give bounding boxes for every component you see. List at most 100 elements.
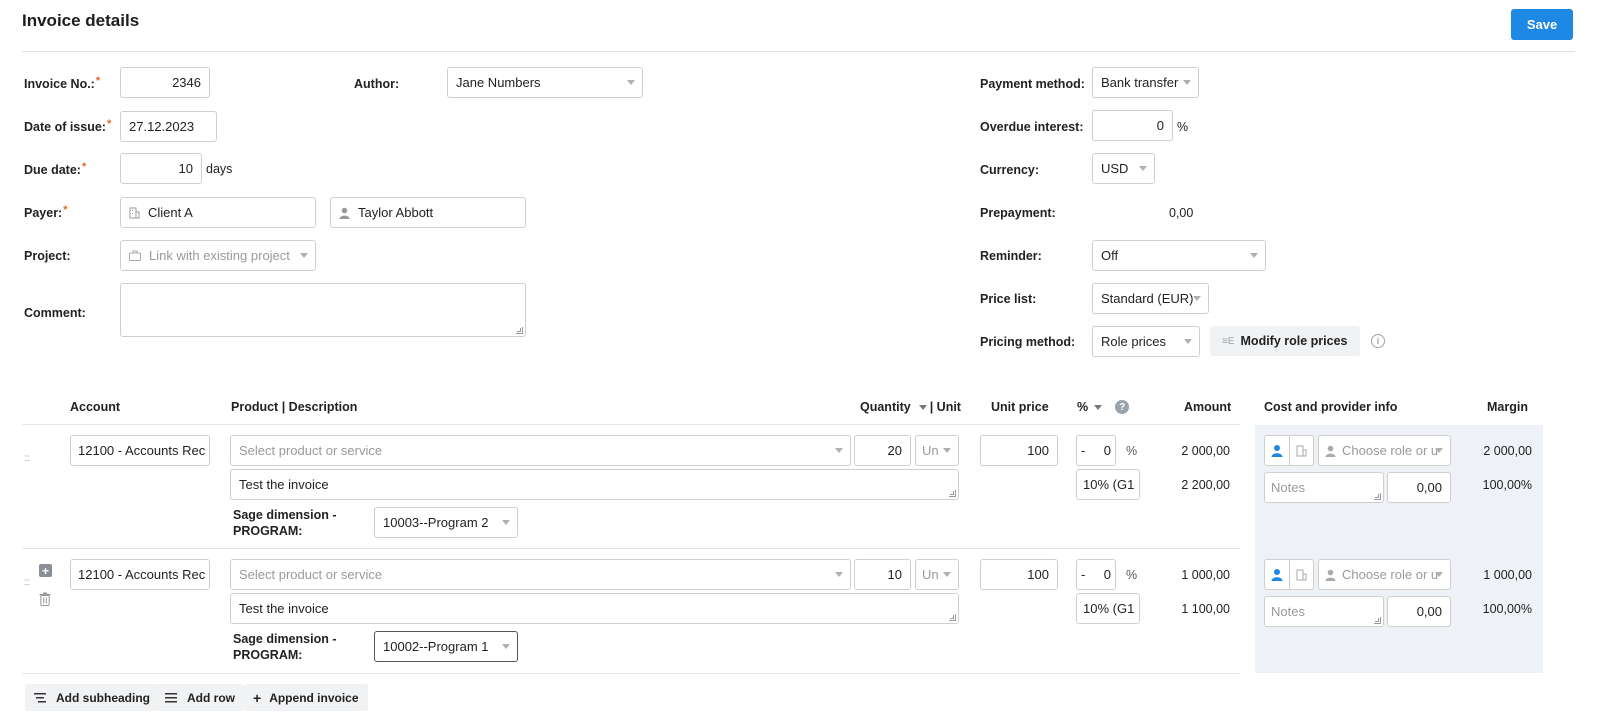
comment-textarea[interactable] [120,283,526,337]
payer-person-input[interactable]: Taylor Abbott [330,197,526,228]
unit-select[interactable]: Un [915,559,959,590]
invoice-no-input[interactable]: 2346 [120,67,210,98]
resize-handle-icon[interactable] [1374,493,1381,500]
chevron-down-icon [1193,296,1201,301]
cost-type-toggle[interactable] [1264,559,1314,590]
project-select[interactable]: Link with existing project [120,240,316,271]
col-account-header: Account [70,400,120,414]
account-input[interactable]: 12100 - Accounts Rec [70,559,210,590]
col-product-header: Product | Description [231,400,358,414]
reminder-label: Reminder: [980,249,1042,263]
pricing-method-value: Role prices [1101,334,1167,349]
due-days-input[interactable]: 10 [120,153,202,184]
append-invoice-button[interactable]: + Append invoice [244,684,368,711]
quantity-input[interactable]: 20 [854,435,911,466]
unit-price-input[interactable]: 100 [980,435,1058,466]
discount-percent: % [1126,568,1138,582]
role-select[interactable]: Choose role or u [1318,559,1451,590]
add-subheading-button[interactable]: Add subheading [25,684,159,711]
resize-handle-icon[interactable] [949,490,956,497]
row-amount-with-tax: 1 100,00 [1181,602,1230,616]
company-toggle[interactable] [1289,436,1313,465]
add-row-icon[interactable]: + [39,564,52,577]
description-input[interactable]: Test the invoice [230,593,959,624]
row-amount-with-tax: 2 200,00 [1181,478,1230,492]
tax-select[interactable]: 10% (G1 [1076,469,1140,500]
resize-handle-icon[interactable] [949,614,956,621]
resize-handle-icon[interactable] [516,327,523,334]
sort-down-icon[interactable] [1094,404,1103,410]
cost-input[interactable]: 0,00 [1387,472,1451,503]
col-cost-header: Cost and provider info [1264,400,1398,414]
program-select[interactable]: 10002--Program 1 [374,631,518,662]
product-select[interactable]: Select product or service [230,435,851,466]
chevron-down-icon [1435,572,1443,577]
col-amount-header: Amount [1184,400,1232,414]
info-icon[interactable]: i [1371,334,1385,348]
discount-input[interactable]: - 0 [1076,435,1116,466]
row-margin-percent: 100,00% [1482,478,1532,492]
chevron-down-icon [627,80,635,85]
save-button[interactable]: Save [1511,9,1573,40]
program-value: 10002--Program 1 [383,639,489,654]
tax-select[interactable]: 10% (G1 [1076,593,1140,624]
price-list-select[interactable]: Standard (EUR) [1092,283,1209,314]
chevron-down-icon [943,572,951,577]
program-select[interactable]: 10003--Program 2 [374,507,518,538]
reminder-select[interactable]: Off [1092,240,1266,271]
description-input[interactable]: Test the invoice [230,469,959,500]
trash-icon[interactable] [39,592,51,606]
table-header-divider [22,424,1240,425]
pricing-method-select[interactable]: Role prices [1092,326,1200,357]
company-toggle[interactable] [1289,560,1313,589]
plus-icon: + [253,689,262,706]
cost-input[interactable]: 0,00 [1387,596,1451,627]
account-input[interactable]: 12100 - Accounts Rec [70,435,210,466]
list-icon: ≡E [1222,335,1235,347]
payment-method-value: Bank transfer [1101,75,1179,90]
help-icon[interactable]: ? [1115,400,1130,414]
currency-select[interactable]: USD [1092,153,1155,184]
building-icon [129,207,140,218]
person-toggle[interactable] [1265,436,1289,465]
date-of-issue-input[interactable]: 27.12.2023 [120,111,217,142]
quantity-input[interactable]: 10 [854,559,911,590]
cost-type-toggle[interactable] [1264,435,1314,466]
due-date-label: Due date:* [24,161,87,177]
days-label: days [206,162,233,176]
resize-handle-icon[interactable] [1374,617,1381,624]
payer-company-input[interactable]: Client A [120,197,316,228]
modify-role-prices-button[interactable]: ≡E Modify role prices [1210,326,1360,356]
row-divider [22,548,1240,549]
quantity-header-text: Quantity [860,400,911,414]
pricing-method-label: Pricing method: [980,335,1076,349]
notes-placeholder: Notes [1271,480,1305,495]
building-icon [1296,445,1307,456]
overdue-interest-label: Overdue interest: [980,120,1084,134]
discount-input[interactable]: - 0 [1076,559,1116,590]
sort-down-icon[interactable] [918,404,927,410]
product-placeholder: Select product or service [239,443,383,458]
invoice-no-label: Invoice No.:* [24,75,101,91]
overdue-interest-input[interactable]: 0 [1092,110,1173,141]
author-select[interactable]: Jane Numbers [447,67,643,98]
role-select[interactable]: Choose role or u [1318,435,1451,466]
rows-icon [165,692,177,702]
role-placeholder: Choose role or u [1342,567,1439,582]
person-toggle[interactable] [1265,560,1289,589]
drag-handle-icon[interactable]: ::: [24,578,30,588]
notes-input[interactable]: Notes [1264,472,1384,503]
page-title: Invoice details [22,11,140,30]
chevron-down-icon [835,572,843,577]
product-select[interactable]: Select product or service [230,559,851,590]
unit-price-input[interactable]: 100 [980,559,1058,590]
notes-input[interactable]: Notes [1264,596,1384,627]
add-row-button[interactable]: Add row [156,684,244,711]
row-amount: 1 000,00 [1181,568,1230,582]
date-of-issue-label: Date of issue:* [24,118,112,134]
author-label: Author: [354,77,400,91]
chevron-down-icon [502,644,510,649]
unit-select[interactable]: Un [915,435,959,466]
payment-method-select[interactable]: Bank transfer [1092,67,1199,98]
drag-handle-icon[interactable]: ::: [24,454,30,464]
